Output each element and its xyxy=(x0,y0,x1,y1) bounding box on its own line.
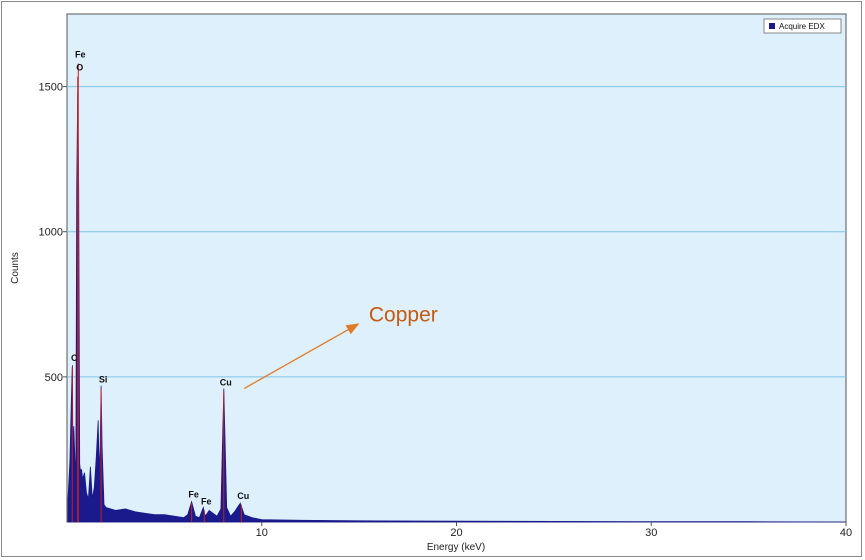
legend-swatch xyxy=(769,23,775,29)
edx-spectrum-chart: FeOCSi CuFeFeCu 10 20 30 4050010001500 Energ… xyxy=(10,13,852,553)
peak-label: Fe xyxy=(188,489,199,499)
y-tick-label: 1000 xyxy=(39,227,63,239)
peak-label: C xyxy=(71,353,78,363)
plot-area xyxy=(66,13,847,523)
y-tick-label: 1500 xyxy=(39,82,63,94)
y-axis-title: Counts xyxy=(10,252,21,284)
x-tick-label: 30 xyxy=(645,527,657,539)
peak-label: Fe xyxy=(75,50,86,60)
x-tick-label: 10 xyxy=(256,527,268,539)
peak-label: Cu xyxy=(237,491,249,501)
legend-entry: Acquire EDX xyxy=(779,22,825,31)
x-tick-label: 20 xyxy=(450,527,462,539)
y-tick-label: 500 xyxy=(45,372,63,384)
peak-label: Fe xyxy=(201,497,212,507)
x-tick-label: 40 xyxy=(840,527,852,539)
peak-label: Si xyxy=(99,375,108,385)
peak-label: O xyxy=(76,63,83,73)
legend: Acquire EDX xyxy=(763,18,842,34)
x-axis-title: Energy (keV) xyxy=(427,542,485,553)
annotation-label: Copper xyxy=(369,304,438,327)
peak-label: Cu xyxy=(220,378,232,388)
